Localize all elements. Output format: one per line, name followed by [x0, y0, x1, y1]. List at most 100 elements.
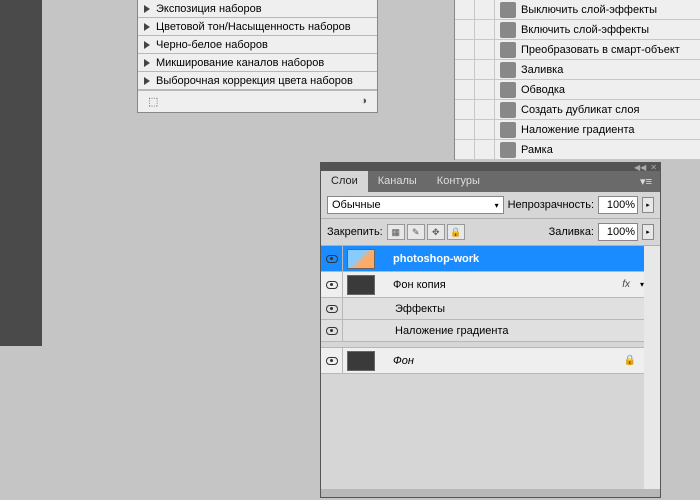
- action-dialog-icon[interactable]: [475, 100, 495, 120]
- layer-row[interactable]: Фон 🔒: [321, 348, 644, 374]
- action-thumb-icon: [500, 62, 516, 78]
- preset-item[interactable]: Цветовой тон/Насыщенность наборов: [138, 18, 377, 36]
- visibility-toggle[interactable]: [321, 298, 343, 319]
- preset-label: Черно-белое наборов: [156, 39, 268, 51]
- tab-layers[interactable]: Слои: [321, 171, 368, 192]
- action-thumb-icon: [500, 122, 516, 138]
- layer-name[interactable]: Фон копия: [391, 279, 622, 291]
- fill-input[interactable]: 100%: [598, 223, 638, 241]
- lock-position-icon[interactable]: ✥: [427, 224, 445, 240]
- action-dialog-icon[interactable]: [475, 0, 495, 20]
- action-item[interactable]: Включить слой-эффекты: [455, 20, 700, 40]
- effect-item[interactable]: Наложение градиента: [321, 320, 644, 342]
- presets-panel: Экспозиция наборов Цветовой тон/Насыщенн…: [137, 0, 378, 113]
- action-item[interactable]: Обводка: [455, 80, 700, 100]
- visibility-toggle[interactable]: [321, 272, 343, 297]
- expand-icon: [144, 77, 150, 85]
- preset-item[interactable]: Черно-белое наборов: [138, 36, 377, 54]
- scrollbar-thumb[interactable]: [646, 248, 658, 308]
- fx-badge[interactable]: fx: [622, 279, 630, 290]
- eye-icon: [326, 305, 338, 313]
- layer-thumb[interactable]: [347, 249, 375, 269]
- blend-mode-value: Обычные: [332, 199, 381, 211]
- action-item[interactable]: Рамка: [455, 140, 700, 160]
- preset-left-icon[interactable]: ⬚: [148, 95, 158, 108]
- action-label: Обводка: [521, 84, 565, 96]
- preset-label: Цветовой тон/Насыщенность наборов: [156, 21, 351, 33]
- action-label: Создать дубликат слоя: [521, 104, 639, 116]
- panel-menu-icon[interactable]: ▾≡: [632, 171, 660, 192]
- action-thumb-icon: [500, 42, 516, 58]
- tab-paths[interactable]: Контуры: [427, 171, 490, 192]
- eye-icon: [326, 327, 338, 335]
- expand-icon: [144, 23, 150, 31]
- action-thumb-icon: [500, 102, 516, 118]
- action-toggle-icon[interactable]: [455, 20, 475, 40]
- fill-slider-icon[interactable]: ▸: [642, 224, 654, 240]
- action-item[interactable]: Наложение градиента: [455, 120, 700, 140]
- action-item[interactable]: Выключить слой-эффекты: [455, 0, 700, 20]
- opacity-input[interactable]: 100%: [598, 196, 638, 214]
- preset-item[interactable]: Выборочная коррекция цвета наборов: [138, 72, 377, 90]
- preset-item[interactable]: Экспозиция наборов: [138, 0, 377, 18]
- lock-label: Закрепить:: [327, 226, 383, 238]
- action-item[interactable]: Преобразовать в смарт-объект: [455, 40, 700, 60]
- actions-panel: Выключить слой-эффекты Включить слой-эфф…: [454, 0, 700, 160]
- preset-label: Экспозиция наборов: [156, 3, 262, 15]
- lock-all-icon[interactable]: 🔒: [447, 224, 465, 240]
- effects-row[interactable]: Эффекты: [321, 298, 644, 320]
- action-toggle-icon[interactable]: [455, 120, 475, 140]
- lock-transparent-icon[interactable]: ▦: [387, 224, 405, 240]
- action-dialog-icon[interactable]: [475, 120, 495, 140]
- layers-footer: [321, 489, 660, 497]
- layer-name[interactable]: Фон: [391, 355, 624, 367]
- action-dialog-icon[interactable]: [475, 80, 495, 100]
- action-item[interactable]: Создать дубликат слоя: [455, 100, 700, 120]
- preset-item[interactable]: Микширование каналов наборов: [138, 54, 377, 72]
- action-label: Рамка: [521, 144, 553, 156]
- layer-row[interactable]: Фон копия fx ▾: [321, 272, 644, 298]
- action-dialog-icon[interactable]: [475, 60, 495, 80]
- layers-panel: ◀◀ ✕ Слои Каналы Контуры ▾≡ Обычные ▾ Не…: [320, 162, 661, 498]
- visibility-toggle[interactable]: [321, 320, 343, 341]
- tab-channels[interactable]: Каналы: [368, 171, 427, 192]
- preset-label: Микширование каналов наборов: [156, 57, 324, 69]
- visibility-toggle[interactable]: [321, 246, 343, 271]
- chevron-down-icon[interactable]: ▾: [640, 280, 644, 289]
- lock-icon: 🔒: [624, 355, 636, 366]
- chevron-down-icon: ▾: [495, 201, 499, 210]
- action-label: Заливка: [521, 64, 563, 76]
- expand-icon: [144, 59, 150, 67]
- action-dialog-icon[interactable]: [475, 140, 495, 160]
- layer-thumb[interactable]: [347, 351, 375, 371]
- eye-icon: [326, 357, 338, 365]
- visibility-toggle[interactable]: [321, 348, 343, 373]
- fill-label: Заливка:: [549, 226, 594, 238]
- action-item[interactable]: Заливка: [455, 60, 700, 80]
- action-toggle-icon[interactable]: [455, 100, 475, 120]
- preset-label: Выборочная коррекция цвета наборов: [156, 75, 353, 87]
- action-toggle-icon[interactable]: [455, 80, 475, 100]
- action-toggle-icon[interactable]: [455, 60, 475, 80]
- layers-list: photoshop-work Фон копия fx ▾ Эффекты На…: [321, 246, 660, 489]
- preset-right-icon[interactable]: ◑: [360, 95, 367, 108]
- lock-pixels-icon[interactable]: ✎: [407, 224, 425, 240]
- action-dialog-icon[interactable]: [475, 40, 495, 60]
- opacity-label: Непрозрачность:: [508, 199, 594, 211]
- action-dialog-icon[interactable]: [475, 20, 495, 40]
- opacity-slider-icon[interactable]: ▸: [642, 197, 654, 213]
- panel-titlebar[interactable]: ◀◀ ✕: [321, 163, 660, 171]
- action-label: Наложение градиента: [521, 124, 635, 136]
- action-toggle-icon[interactable]: [455, 0, 475, 20]
- layer-thumb[interactable]: [347, 275, 375, 295]
- action-toggle-icon[interactable]: [455, 40, 475, 60]
- eye-icon: [326, 255, 338, 263]
- action-toggle-icon[interactable]: [455, 140, 475, 160]
- action-label: Включить слой-эффекты: [521, 24, 649, 36]
- action-thumb-icon: [500, 142, 516, 158]
- blend-mode-select[interactable]: Обычные ▾: [327, 196, 504, 214]
- eye-icon: [326, 281, 338, 289]
- effect-label: Наложение градиента: [391, 325, 644, 337]
- layer-name[interactable]: photoshop-work: [391, 253, 644, 265]
- layer-row[interactable]: photoshop-work: [321, 246, 644, 272]
